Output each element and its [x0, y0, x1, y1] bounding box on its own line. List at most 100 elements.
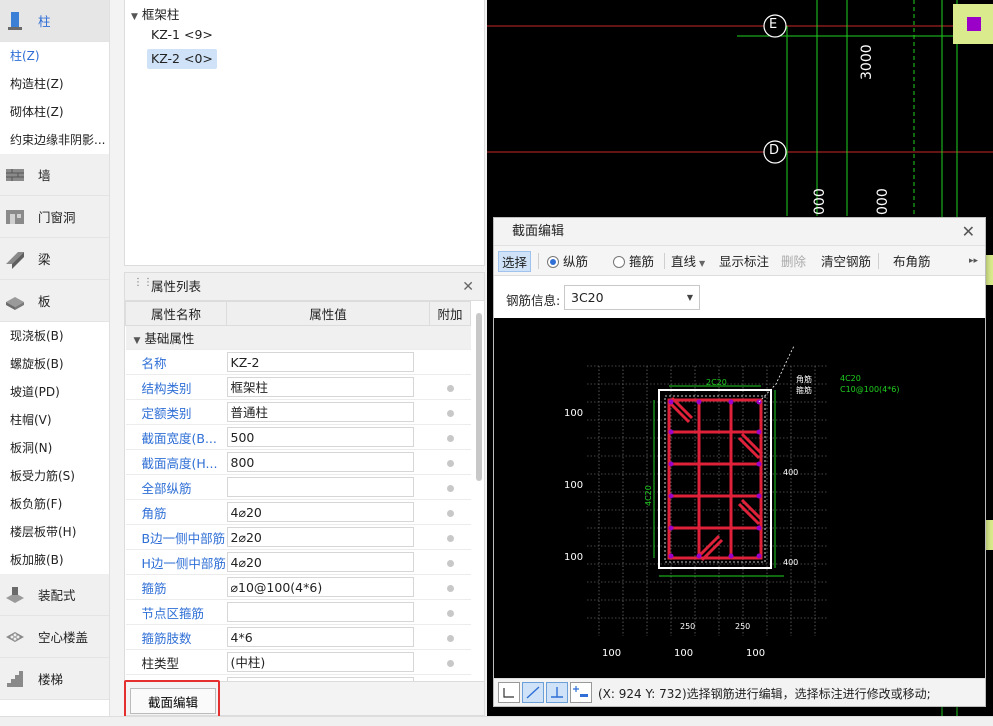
drag-grip-icon[interactable]: ⋮⋮: [133, 278, 153, 294]
property-group-label: 基础属性: [144, 331, 195, 346]
extra-checkbox[interactable]: [446, 584, 454, 592]
nav-category-prefab[interactable]: 装配式: [0, 574, 109, 616]
prop-value-input[interactable]: 4*6: [226, 627, 414, 647]
label-stirrup-spec: C10@100(4*6): [840, 385, 900, 394]
nav-category-slab[interactable]: 板: [0, 280, 109, 322]
more-arrow-icon[interactable]: ▸▸: [966, 251, 981, 272]
tree-item-kz1[interactable]: KZ-1 <9>: [147, 25, 217, 45]
table-row: 箍筋肢数 4*6: [125, 624, 471, 650]
property-scrollbar[interactable]: [476, 313, 482, 481]
nav-category-column[interactable]: 柱: [0, 0, 109, 42]
add-point-icon[interactable]: [570, 682, 592, 703]
prop-value-input[interactable]: 4⌀20: [226, 552, 414, 572]
dialog-toolbar: 选择 纵筋 箍筋 直线 ▼ 显示标注 删除 清空钢筋 布角筋 ▸▸: [494, 246, 985, 276]
extra-checkbox[interactable]: [446, 384, 454, 392]
nav-category-beam[interactable]: 梁: [0, 238, 109, 280]
extra-checkbox[interactable]: [446, 609, 454, 617]
prop-value-input[interactable]: 500: [226, 427, 414, 447]
stirrup-radio[interactable]: 箍筋: [610, 251, 657, 272]
dim-250-right: 250: [735, 622, 751, 631]
dimension-clipped-2: 000: [875, 188, 891, 215]
nav-sub-slab-haunch[interactable]: 板加腋(B): [0, 546, 109, 574]
nav-sub-masonry-column[interactable]: 砌体柱(Z): [0, 98, 109, 126]
column-marker: [967, 17, 981, 31]
nav-sub-slab-hole[interactable]: 板洞(N): [0, 434, 109, 462]
nav-sub-construct-column[interactable]: 构造柱(Z): [0, 70, 109, 98]
prop-value-input[interactable]: [226, 602, 414, 622]
prop-value-input[interactable]: 框架柱: [226, 377, 414, 397]
longitudinal-radio-label: 纵筋: [563, 254, 589, 269]
extra-checkbox[interactable]: [446, 559, 454, 567]
select-tool-button[interactable]: 选择: [498, 251, 532, 272]
snap-line-icon[interactable]: [522, 682, 544, 703]
dimension-3000: 3000: [859, 44, 875, 80]
show-label-button[interactable]: 显示标注: [716, 251, 772, 272]
property-group-basic[interactable]: ▼ 基础属性: [125, 325, 471, 350]
nav-category-stair[interactable]: 楼梯: [0, 658, 109, 700]
extra-checkbox[interactable]: [446, 409, 454, 417]
nav-sub-constraint-edge[interactable]: 约束边缘非阴影...: [0, 126, 109, 154]
dialog-statusbar: (X: 924 Y: 732)选择钢筋进行编辑，选择标注进行修改或移动;: [494, 678, 985, 706]
nav-category-hollow-floor[interactable]: 空心楼盖: [0, 616, 109, 658]
prop-value-input[interactable]: (中柱): [226, 652, 414, 672]
nav-category-label: 门窗洞: [38, 210, 76, 225]
nav-sub-column-z[interactable]: 柱(Z): [0, 42, 109, 70]
close-icon[interactable]: ✕: [462, 273, 474, 301]
nav-category-door-window[interactable]: 门窗洞: [0, 196, 109, 238]
prop-value-input[interactable]: 800: [226, 452, 414, 472]
nav-sub-slab-neg-rebar[interactable]: 板负筋(F): [0, 490, 109, 518]
rebar-info-bar: 钢筋信息: 3C20 ▼: [494, 276, 985, 318]
extra-checkbox[interactable]: [446, 434, 454, 442]
extra-checkbox[interactable]: [446, 484, 454, 492]
perpendicular-icon[interactable]: [546, 682, 568, 703]
extra-checkbox[interactable]: [446, 509, 454, 517]
line-tool-dropdown[interactable]: 直线 ▼: [668, 251, 708, 272]
table-row: 角筋 4⌀20: [125, 499, 471, 525]
column-icon: [8, 11, 22, 30]
dialog-titlebar[interactable]: 截面编辑 ✕: [494, 218, 985, 246]
table-row: 箍筋 ⌀10@100(4*6): [125, 574, 471, 600]
section-edit-button[interactable]: 截面编辑: [130, 688, 216, 714]
section-drawing-area[interactable]: 角筋 箍筋 4C20 C10@100(4*6) 2C20 4C20 400 40…: [494, 318, 985, 678]
prop-name: 角筋: [125, 499, 227, 525]
radio-on-icon: [547, 256, 559, 268]
tree-group-frame-column[interactable]: ▼ 框架柱: [131, 4, 179, 23]
delete-button[interactable]: 删除: [778, 251, 809, 272]
rebar-info-select[interactable]: 3C20 ▼: [564, 285, 700, 310]
nav-sub-floor-strip[interactable]: 楼层板带(H): [0, 518, 109, 546]
nav-sub-cast-slab[interactable]: 现浇板(B): [0, 322, 109, 350]
nav-sub-ramp[interactable]: 坡道(PD): [0, 378, 109, 406]
ortho-mode-icon[interactable]: [498, 682, 520, 703]
status-text: (X: 924 Y: 732)选择钢筋进行编辑，选择标注进行修改或移动;: [598, 687, 931, 701]
nav-scrollbar[interactable]: [110, 0, 116, 716]
tree-item-kz2[interactable]: KZ-2 <0>: [147, 49, 217, 69]
extra-checkbox[interactable]: [446, 634, 454, 642]
nav-category-wall[interactable]: 墙: [0, 154, 109, 196]
extra-checkbox[interactable]: [446, 659, 454, 667]
collapse-arrow-icon[interactable]: ▼: [134, 336, 141, 346]
nav-category-label: 梁: [38, 252, 51, 267]
close-icon[interactable]: ✕: [962, 218, 975, 246]
radio-off-icon: [613, 256, 625, 268]
dropdown-arrow-icon: ▼: [686, 293, 693, 302]
nav-sub-slab-rebar[interactable]: 板受力筋(S): [0, 462, 109, 490]
prop-value-input[interactable]: [226, 477, 414, 497]
prop-value-input[interactable]: KZ-2: [226, 352, 414, 372]
rebar-info-label: 钢筋信息:: [506, 293, 561, 308]
collapse-arrow-icon[interactable]: ▼: [131, 12, 138, 22]
wall-icon: [6, 168, 24, 181]
nav-sub-column-cap[interactable]: 柱帽(V): [0, 406, 109, 434]
longitudinal-radio[interactable]: 纵筋: [544, 251, 591, 272]
prop-value-input[interactable]: ⌀10@100(4*6): [226, 577, 414, 597]
corner-rebar-button[interactable]: 布角筋: [890, 251, 934, 272]
prop-value-input[interactable]: 普通柱: [226, 402, 414, 422]
clear-rebar-button[interactable]: 清空钢筋: [818, 251, 874, 272]
table-row: H边一侧中部筋 4⌀20: [125, 549, 471, 575]
prop-value-input[interactable]: 4⌀20: [226, 502, 414, 522]
extra-checkbox[interactable]: [446, 459, 454, 467]
nav-category-label: 楼梯: [38, 672, 64, 687]
extra-checkbox[interactable]: [446, 534, 454, 542]
prop-value-input[interactable]: 2⌀20: [226, 527, 414, 547]
component-nav: 柱 柱(Z) 构造柱(Z) 砌体柱(Z) 约束边缘非阴影... 墙 门窗洞 梁 …: [0, 0, 110, 716]
nav-sub-spiral-slab[interactable]: 螺旋板(B): [0, 350, 109, 378]
